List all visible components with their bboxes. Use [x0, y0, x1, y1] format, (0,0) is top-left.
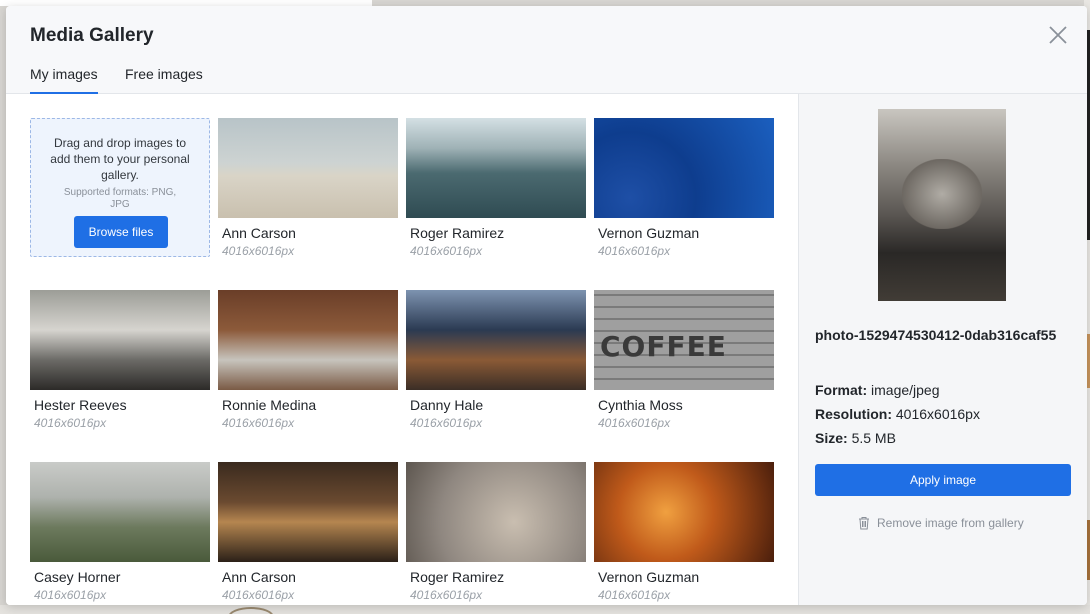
- gallery-card[interactable]: COFFEE Cynthia Moss 4016x6016px: [594, 290, 774, 430]
- gallery-card[interactable]: Ann Carson 4016x6016px: [218, 118, 398, 258]
- image-thumbnail: [406, 290, 586, 390]
- image-resolution: 4016x6016px: [222, 416, 295, 430]
- image-resolution: 4016x6016px: [410, 416, 483, 430]
- remove-image-label: Remove image from gallery: [877, 516, 1024, 530]
- image-resolution: 4016x6016px: [598, 588, 671, 602]
- image-resolution: 4016x6016px: [410, 244, 483, 258]
- image-author: Casey Horner: [34, 569, 121, 585]
- remove-image-link[interactable]: Remove image from gallery: [857, 516, 1024, 530]
- image-thumbnail: [406, 118, 586, 218]
- gallery-grid: Drag and drop images to add them to your…: [6, 94, 798, 605]
- image-thumbnail: [218, 290, 398, 390]
- image-resolution: 4016x6016px: [598, 244, 671, 258]
- close-button[interactable]: [1046, 23, 1070, 47]
- size-label: Size:: [815, 430, 848, 446]
- dropzone-text: Drag and drop images to add them to your…: [50, 136, 190, 182]
- image-resolution: 4016x6016px: [222, 588, 295, 602]
- meta-size: Size: 5.5 MB: [815, 430, 896, 446]
- format-value: image/jpeg: [871, 382, 940, 398]
- backdrop-bottom: [0, 605, 1090, 614]
- gallery-card[interactable]: Roger Ramirez 4016x6016px: [406, 118, 586, 258]
- gallery-card[interactable]: Hester Reeves 4016x6016px: [30, 290, 210, 430]
- gallery-card[interactable]: Ann Carson 4016x6016px: [218, 462, 398, 602]
- image-preview: [878, 109, 1006, 301]
- image-thumbnail: [406, 462, 586, 562]
- image-resolution: 4016x6016px: [34, 416, 107, 430]
- apply-image-button[interactable]: Apply image: [815, 464, 1071, 496]
- image-author: Ann Carson: [222, 569, 296, 585]
- image-resolution: 4016x6016px: [410, 588, 483, 602]
- image-author: Danny Hale: [410, 397, 484, 413]
- image-details-panel: photo-1529474530412-0dab316caf55 Format:…: [798, 94, 1087, 605]
- image-author: Ann Carson: [222, 225, 296, 241]
- image-resolution: 4016x6016px: [598, 416, 671, 430]
- image-thumbnail: [218, 118, 398, 218]
- gallery-card[interactable]: Vernon Guzman 4016x6016px: [594, 462, 774, 602]
- gallery-card[interactable]: Roger Ramirez 4016x6016px: [406, 462, 586, 602]
- image-thumbnail: [30, 462, 210, 562]
- trash-icon: [859, 517, 869, 530]
- image-thumbnail: [218, 462, 398, 562]
- tab-free-images[interactable]: Free images: [125, 66, 203, 92]
- browse-files-button[interactable]: Browse files: [74, 216, 168, 248]
- size-value: 5.5 MB: [851, 430, 896, 446]
- gallery-card[interactable]: Vernon Guzman 4016x6016px: [594, 118, 774, 258]
- file-name: photo-1529474530412-0dab316caf55: [815, 327, 1057, 343]
- gallery-card[interactable]: Casey Horner 4016x6016px: [30, 462, 210, 602]
- image-resolution: 4016x6016px: [222, 244, 295, 258]
- image-author: Vernon Guzman: [598, 225, 700, 241]
- resolution-label: Resolution:: [815, 406, 892, 422]
- image-author: Vernon Guzman: [598, 569, 700, 585]
- format-label: Format:: [815, 382, 868, 398]
- modal-title: Media Gallery: [30, 25, 154, 46]
- modal-header: Media Gallery My images Free images: [6, 6, 1087, 94]
- tab-my-images[interactable]: My images: [30, 66, 98, 94]
- meta-format: Format: image/jpeg: [815, 382, 940, 398]
- image-thumbnail: [594, 118, 774, 218]
- coffee-sign-text: COFFEE: [600, 330, 727, 363]
- dropzone-formats: Supported formats: PNG, JPG: [63, 187, 177, 210]
- image-author: Cynthia Moss: [598, 397, 683, 413]
- image-thumbnail: COFFEE: [594, 290, 774, 390]
- image-thumbnail: [30, 290, 210, 390]
- upload-dropzone[interactable]: Drag and drop images to add them to your…: [30, 118, 210, 257]
- image-thumbnail: [594, 462, 774, 562]
- media-gallery-modal: Media Gallery My images Free images Drag…: [6, 6, 1087, 605]
- resolution-value: 4016x6016px: [895, 406, 980, 422]
- image-author: Roger Ramirez: [410, 225, 505, 241]
- image-author: Roger Ramirez: [410, 569, 505, 585]
- close-icon: [1049, 26, 1067, 44]
- image-resolution: 4016x6016px: [34, 588, 107, 602]
- meta-resolution: Resolution: 4016x6016px: [815, 406, 980, 422]
- image-author: Ronnie Medina: [222, 397, 317, 413]
- gallery-card[interactable]: Ronnie Medina 4016x6016px: [218, 290, 398, 430]
- image-author: Hester Reeves: [34, 397, 127, 413]
- gallery-card[interactable]: Danny Hale 4016x6016px: [406, 290, 586, 430]
